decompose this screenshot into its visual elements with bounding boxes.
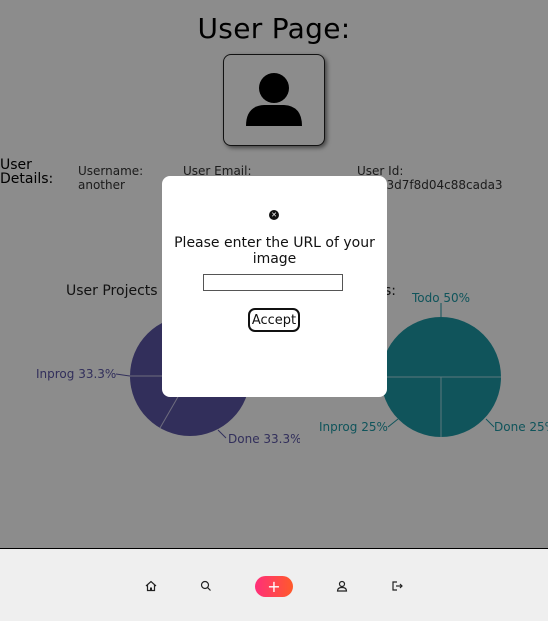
nav-logout[interactable] (390, 579, 404, 593)
search-icon (200, 580, 211, 591)
add-button[interactable]: + (255, 576, 293, 597)
user-icon (336, 580, 348, 592)
image-url-prompt: Please enter the URL of your image (174, 235, 375, 267)
nav-profile[interactable] (335, 579, 349, 593)
image-url-input[interactable] (203, 274, 343, 291)
image-url-modal: ✕ Please enter the URL of your image Acc… (162, 176, 387, 397)
accept-button[interactable]: Accept (248, 308, 300, 332)
bottom-nav: + (0, 548, 548, 621)
home-icon (145, 580, 157, 592)
logout-icon (392, 581, 403, 591)
nav-search[interactable] (199, 579, 213, 593)
add-icon: + (267, 577, 281, 596)
nav-home[interactable] (144, 579, 158, 593)
close-icon[interactable]: ✕ (269, 210, 279, 220)
